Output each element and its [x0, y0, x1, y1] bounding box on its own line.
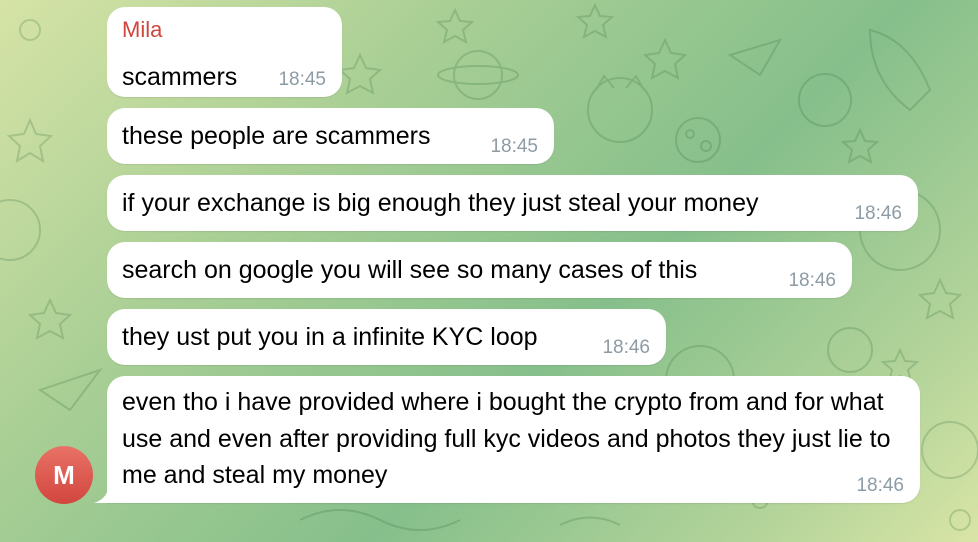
bubble-tail-icon	[94, 489, 114, 503]
message-time: 18:46	[788, 270, 836, 291]
message-text: scammers	[122, 63, 238, 91]
message-text: if your exchange is big enough they just…	[122, 189, 759, 217]
message-bubble[interactable]: search on google you will see so many ca…	[107, 242, 852, 298]
user-avatar[interactable]: M	[35, 446, 93, 504]
message-bubble[interactable]: if your exchange is big enough they just…	[107, 175, 918, 231]
message-bubble[interactable]: they ust put you in a infinite KYC loop …	[107, 309, 666, 365]
message-text: these people are scammers	[122, 122, 431, 150]
message-list[interactable]: Mila scammers 18:45 these people are sca…	[0, 0, 978, 542]
message-sender-name[interactable]: Mila	[122, 7, 326, 43]
message-time: 18:46	[856, 475, 904, 496]
message-time: 18:46	[854, 203, 902, 224]
message-bubble[interactable]: even tho i have provided where i bought …	[107, 376, 920, 503]
message-time: 18:45	[278, 69, 326, 90]
message-text: search on google you will see so many ca…	[122, 256, 698, 284]
message-text: they ust put you in a infinite KYC loop	[122, 323, 538, 351]
message-text: even tho i have provided where i bought …	[122, 388, 891, 489]
message-time: 18:45	[490, 136, 538, 157]
message-time: 18:46	[602, 337, 650, 358]
message-bubble[interactable]: these people are scammers 18:45	[107, 108, 554, 164]
message-bubble[interactable]: Mila scammers 18:45	[107, 7, 342, 97]
